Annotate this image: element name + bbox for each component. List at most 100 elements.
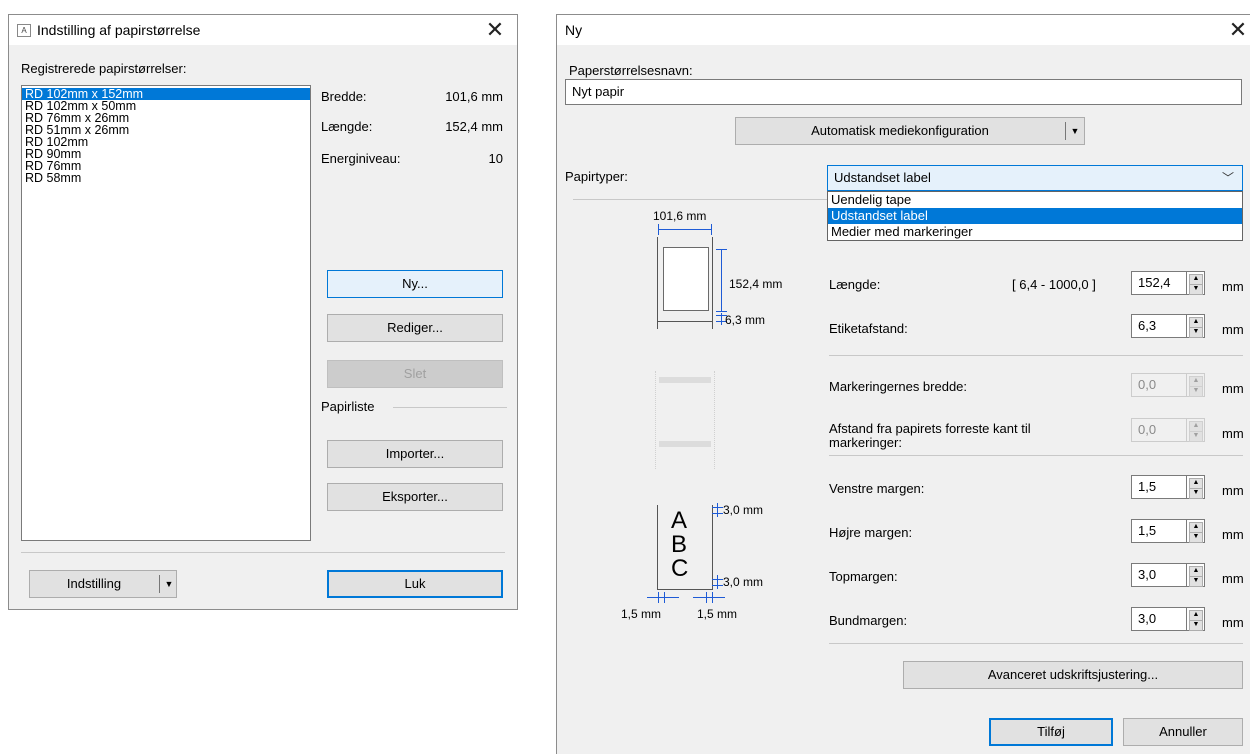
bottom-margin-unit: mm xyxy=(1222,615,1244,630)
list-item[interactable]: RD 58mm xyxy=(22,172,310,185)
chevron-down-icon[interactable]: ▼ xyxy=(160,571,178,597)
abc-letter-a: A xyxy=(671,507,688,534)
mark-distance-label-line2: markeringer: xyxy=(829,435,902,450)
label-gap-spinner[interactable]: ▲ ▼ xyxy=(1187,314,1205,338)
abc-letter-b: B xyxy=(671,531,688,558)
paper-types-label: Papirtyper: xyxy=(565,169,628,184)
import-button[interactable]: Importer... xyxy=(327,440,503,468)
left-margin-dim-line xyxy=(647,597,679,598)
margin-strip-right xyxy=(712,505,713,589)
paper-size-settings-dialog: A Indstilling af papirstørrelse ✕ Regist… xyxy=(8,14,518,610)
diagram-right-margin-dim: 1,5 mm xyxy=(697,607,738,621)
new-paper-dialog: Ny ✕ Paperstørrelsesnavn: Nyt papir Auto… xyxy=(556,14,1250,754)
mark-bar xyxy=(659,377,711,383)
bottom-margin-label: Bundmargen: xyxy=(829,613,908,628)
width-dim-tick xyxy=(711,224,712,235)
length-spinner[interactable]: ▲ ▼ xyxy=(1187,271,1205,295)
close-icon[interactable]: ✕ xyxy=(475,16,515,44)
length-label: Længde: xyxy=(829,277,881,292)
left-margin-label: Venstre margen: xyxy=(829,481,925,496)
margin-strip-bottom xyxy=(657,589,713,590)
bottom-margin-input[interactable]: 3,0 xyxy=(1131,607,1187,631)
section-divider-marks xyxy=(829,355,1243,356)
top-margin-dim-tick xyxy=(712,513,723,514)
energy-label: Energiniveau: xyxy=(321,151,401,166)
energy-value: 10 xyxy=(488,151,503,166)
label-gap-input[interactable]: 6,3 xyxy=(1131,314,1187,338)
new-button[interactable]: Ny... xyxy=(327,270,503,298)
label-strip-right-edge xyxy=(712,237,713,329)
mark-width-label: Markeringernes bredde: xyxy=(829,379,968,394)
edit-button[interactable]: Rediger... xyxy=(327,314,503,342)
spin-down-icon[interactable]: ▼ xyxy=(1189,284,1203,295)
left-margin-unit: mm xyxy=(1222,483,1244,498)
paper-type-option[interactable]: Medier med markeringer xyxy=(828,224,1242,240)
spin-down-icon[interactable]: ▼ xyxy=(1189,488,1203,499)
length-range: [ 6,4 - 1000,0 ] xyxy=(1012,277,1096,292)
right-margin-dim-tick xyxy=(712,592,713,603)
right-margin-label: Højre margen: xyxy=(829,525,913,540)
width-dim-line xyxy=(659,229,711,230)
top-margin-input[interactable]: 3,0 xyxy=(1131,563,1187,587)
label-gap-unit: mm xyxy=(1222,322,1244,337)
diagram-width-dim: 101,6 mm xyxy=(653,209,707,223)
spin-down-icon[interactable]: ▼ xyxy=(1189,431,1203,442)
diagram-left-margin-dim: 1,5 mm xyxy=(621,607,662,621)
mark-width-unit: mm xyxy=(1222,381,1244,396)
paper-type-dropdown-list[interactable]: Uendelig tape Udstandset label Medier med … xyxy=(827,191,1243,241)
paper-type-selected: Udstandset label xyxy=(834,170,931,185)
bottom-margin-dim-tick xyxy=(712,579,723,580)
settings-split-button[interactable]: Indstilling ▼ xyxy=(29,570,177,598)
advanced-print-adjust-button[interactable]: Avanceret udskriftsjustering... xyxy=(903,661,1243,689)
section-divider-margins xyxy=(829,455,1243,456)
mark-distance-input[interactable]: 0,0 xyxy=(1131,418,1187,442)
margin-strip-left xyxy=(657,505,658,589)
width-value: 101,6 mm xyxy=(445,89,503,104)
diagram-top-margin-dim: 3,0 mm xyxy=(723,503,764,517)
section-divider-bottom xyxy=(829,643,1243,644)
spin-down-icon[interactable]: ▼ xyxy=(1189,620,1203,631)
spin-down-icon[interactable]: ▼ xyxy=(1189,386,1203,397)
length-value: 152,4 mm xyxy=(445,119,503,134)
paper-list-divider xyxy=(393,407,507,408)
left-margin-dim-tick xyxy=(664,592,665,603)
paper-type-option[interactable]: Uendelig tape xyxy=(828,192,1242,208)
mark-width-spinner[interactable]: ▲ ▼ xyxy=(1187,373,1205,397)
left-margin-input[interactable]: 1,5 xyxy=(1131,475,1187,499)
auto-media-config-split-button[interactable]: Automatisk mediekonfiguration ▼ xyxy=(735,117,1085,145)
mark-distance-spinner[interactable]: ▲ ▼ xyxy=(1187,418,1205,442)
paper-name-input[interactable]: Nyt papir xyxy=(565,79,1242,105)
label-gap-label: Etiketafstand: xyxy=(829,321,908,336)
right-margin-input[interactable]: 1,5 xyxy=(1131,519,1187,543)
length-dim-tick xyxy=(716,311,727,312)
paper-type-option[interactable]: Udstandset label xyxy=(828,208,1242,224)
spin-down-icon[interactable]: ▼ xyxy=(1189,576,1203,587)
spin-down-icon[interactable]: ▼ xyxy=(1189,532,1203,543)
length-dim-tick xyxy=(716,249,727,250)
close-button[interactable]: Luk xyxy=(327,570,503,598)
diagram-bottom-margin-dim: 3,0 mm xyxy=(723,575,764,589)
length-input[interactable]: 152,4 xyxy=(1131,271,1187,295)
mark-width-input[interactable]: 0,0 xyxy=(1131,373,1187,397)
right-margin-dim-tick xyxy=(706,592,707,603)
right-margin-unit: mm xyxy=(1222,527,1244,542)
add-button[interactable]: Tilføj xyxy=(989,718,1113,746)
spin-down-icon[interactable]: ▼ xyxy=(1189,327,1203,338)
settings-button-label: Indstilling xyxy=(66,576,122,591)
label-gap-line xyxy=(657,321,713,322)
mark-bar xyxy=(659,441,711,447)
left-margin-dim-tick xyxy=(658,592,659,603)
left-margin-spinner[interactable]: ▲ ▼ xyxy=(1187,475,1205,499)
delete-button[interactable]: Slet xyxy=(327,360,503,388)
export-button[interactable]: Eksporter... xyxy=(327,483,503,511)
chevron-down-icon[interactable]: ▼ xyxy=(1066,118,1084,144)
cancel-button[interactable]: Annuller xyxy=(1123,718,1243,746)
paper-type-select[interactable]: Udstandset label ﹀ xyxy=(827,165,1243,191)
right-margin-spinner[interactable]: ▲ ▼ xyxy=(1187,519,1205,543)
registered-sizes-label: Registrerede papirstørrelser: xyxy=(21,61,187,76)
top-margin-spinner[interactable]: ▲ ▼ xyxy=(1187,563,1205,587)
bottom-margin-spinner[interactable]: ▲ ▼ xyxy=(1187,607,1205,631)
label-strip-left-edge xyxy=(657,237,658,329)
close-icon[interactable]: ✕ xyxy=(1218,16,1250,44)
paper-size-list[interactable]: RD 102mm x 152mm RD 102mm x 50mm RD 76mm x… xyxy=(21,85,311,541)
